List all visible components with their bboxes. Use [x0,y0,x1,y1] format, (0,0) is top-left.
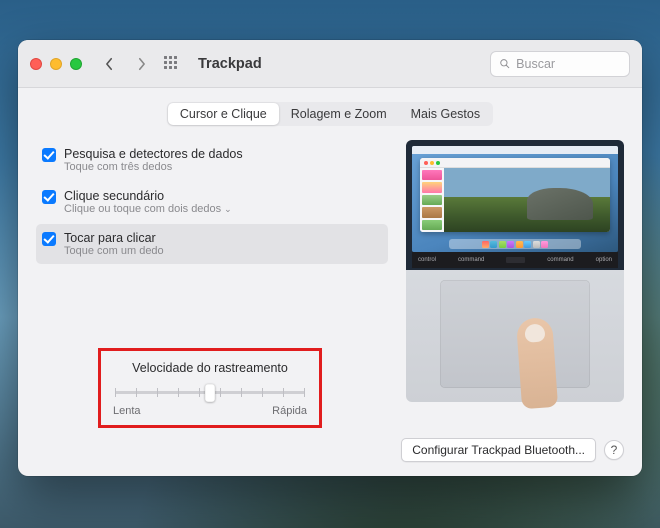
help-button[interactable]: ? [604,440,624,460]
tab-scroll-zoom[interactable]: Rolagem e Zoom [279,103,399,125]
option-title: Clique secundário [64,189,232,203]
preview-keyboard: control command command option [412,252,618,268]
chevron-right-icon [137,57,146,71]
tracking-speed-highlight: Velocidade do rastreamento Lenta Rápida [98,348,322,428]
tab-label: Rolagem e Zoom [291,107,387,121]
checkbox[interactable] [42,148,56,162]
checkbox[interactable] [42,190,56,204]
system-preferences-window: Trackpad Cursor e Clique Rolagem e Zoom … [18,40,642,476]
window-controls [30,58,82,70]
window-title: Trackpad [198,56,262,72]
gesture-preview: control command command option [406,140,624,434]
checkbox[interactable] [42,232,56,246]
chevron-down-icon: ⌄ [224,204,232,215]
tab-label: Cursor e Clique [180,107,267,121]
slider-max-label: Rápida [272,405,307,417]
show-all-prefs-icon[interactable] [164,56,180,72]
tab-more-gestures[interactable]: Mais Gestos [399,103,492,125]
preview-app-window [420,158,610,232]
bluetooth-trackpad-button[interactable]: Configurar Trackpad Bluetooth... [401,438,596,462]
option-subtitle: Toque com um dedo [64,245,164,257]
footer: Configurar Trackpad Bluetooth... ? [36,438,624,462]
minimize-window-button[interactable] [50,58,62,70]
option-tap-to-click[interactable]: Tocar para clicar Toque com um dedo [36,224,388,264]
preview-finger [516,317,558,409]
tab-cursor-click[interactable]: Cursor e Clique [168,103,279,125]
help-icon: ? [611,443,618,457]
back-button[interactable] [98,52,120,76]
option-title: Pesquisa e detectores de dados [64,147,243,161]
tracking-speed-slider[interactable] [115,383,305,401]
preview-menubar [412,146,618,154]
close-window-button[interactable] [30,58,42,70]
option-title: Tocar para clicar [64,231,164,245]
tab-bar: Cursor e Clique Rolagem e Zoom Mais Gest… [167,102,493,126]
search-input[interactable] [516,57,621,71]
preview-trackpad-area [406,270,624,402]
option-secondary-click[interactable]: Clique secundário Clique ou toque com do… [36,182,388,222]
zoom-window-button[interactable] [70,58,82,70]
option-lookup[interactable]: Pesquisa e detectores de dados Toque com… [36,140,388,180]
tab-label: Mais Gestos [411,107,480,121]
chevron-left-icon [105,57,114,71]
forward-button[interactable] [130,52,152,76]
slider-min-label: Lenta [113,405,141,417]
preview-trackpad [440,280,590,388]
preview-dock [449,239,581,249]
window-toolbar: Trackpad [18,40,642,88]
tracking-speed-label: Velocidade do rastreamento [113,361,307,375]
search-icon [499,57,510,70]
desktop-wallpaper: Trackpad Cursor e Clique Rolagem e Zoom … [0,0,660,528]
slider-thumb[interactable] [205,384,215,402]
preview-laptop-screen: control command command option [406,140,624,270]
option-subtitle: Toque com três dedos [64,161,243,173]
search-field[interactable] [490,51,630,77]
pane-content: Cursor e Clique Rolagem e Zoom Mais Gest… [18,88,642,476]
option-subtitle-menu[interactable]: Clique ou toque com dois dedos ⌄ [64,203,232,215]
